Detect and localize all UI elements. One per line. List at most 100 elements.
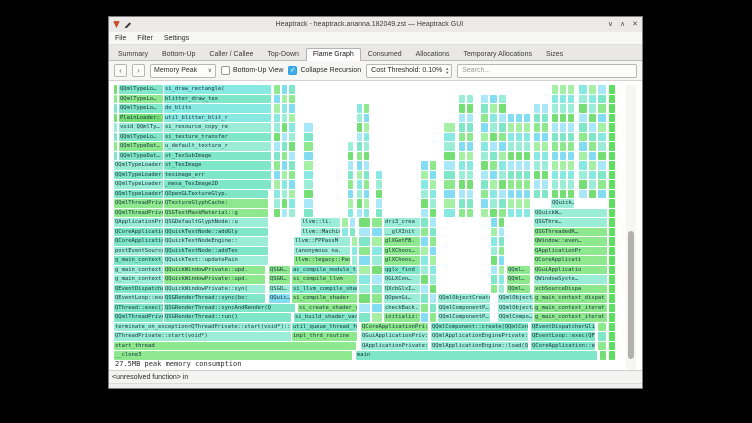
flame-cell[interactable] <box>467 123 473 132</box>
flame-cell[interactable] <box>589 114 597 123</box>
flame-cell[interactable]: QApplicationPr <box>534 247 607 256</box>
flame-cell[interactable]: impl_thrd_routine <box>292 332 357 341</box>
flame-cell[interactable] <box>609 342 615 351</box>
flame-cell[interactable] <box>499 266 505 275</box>
flame-cell[interactable] <box>304 123 313 132</box>
flame-cell[interactable] <box>459 209 465 218</box>
flame-cell[interactable] <box>499 285 505 294</box>
flame-cell[interactable] <box>516 142 522 151</box>
flame-cell[interactable] <box>359 294 370 303</box>
flame-cell[interactable] <box>609 114 615 123</box>
flame-cell[interactable] <box>516 171 522 180</box>
flame-cell[interactable] <box>282 104 288 113</box>
flame-cell[interactable] <box>421 256 428 265</box>
flame-cell[interactable]: QQmlTypeLoaderT… <box>114 190 163 199</box>
flame-cell[interactable] <box>534 114 540 123</box>
flame-cell[interactable] <box>348 180 353 189</box>
flame-cell[interactable] <box>274 152 280 161</box>
flame-cell[interactable] <box>499 237 505 246</box>
flame-cell[interactable] <box>467 104 473 113</box>
flame-cell[interactable] <box>467 95 473 104</box>
flame-cell[interactable] <box>359 247 370 256</box>
flame-cell[interactable] <box>467 114 473 123</box>
flame-cell[interactable] <box>609 332 615 341</box>
flame-cell[interactable]: QQmlApplicationEnginePrivate:: <box>431 332 528 341</box>
flame-cell[interactable] <box>609 237 615 246</box>
flame-cell[interactable] <box>481 142 488 151</box>
flame-cell[interactable] <box>289 152 295 161</box>
flame-cell[interactable] <box>467 161 473 170</box>
flame-cell[interactable] <box>459 190 465 199</box>
flame-cell[interactable] <box>516 123 522 132</box>
menu-filter[interactable]: Filter <box>137 35 153 42</box>
flame-cell[interactable] <box>491 256 497 265</box>
flame-cell[interactable] <box>421 190 428 199</box>
flame-cell[interactable] <box>552 142 558 151</box>
flame-cell[interactable] <box>114 95 117 104</box>
flame-cell[interactable] <box>357 152 362 161</box>
cost-threshold-spinbox[interactable]: Cost Threshold: 0.10% ▲ ▼ <box>366 64 452 78</box>
flame-cell[interactable]: QQmlThreadPrivat. <box>114 313 163 322</box>
flame-cell[interactable] <box>421 209 428 218</box>
flame-cell[interactable] <box>499 190 506 199</box>
flame-cell[interactable] <box>552 171 558 180</box>
flame-cell[interactable]: main <box>356 351 597 360</box>
flame-cell[interactable] <box>444 123 455 132</box>
flame-cell[interactable] <box>542 133 548 142</box>
flame-cell[interactable] <box>282 85 288 94</box>
flame-cell[interactable] <box>579 161 587 170</box>
flame-cell[interactable] <box>499 171 506 180</box>
flame-cell[interactable] <box>282 95 288 104</box>
flame-cell[interactable] <box>568 104 574 113</box>
flame-cell[interactable] <box>444 142 455 151</box>
flame-cell[interactable] <box>421 199 428 208</box>
flame-cell[interactable] <box>499 228 505 237</box>
flame-cell[interactable] <box>459 180 465 189</box>
flame-cell[interactable] <box>609 294 615 303</box>
flame-cell[interactable] <box>499 199 506 208</box>
flame-cell[interactable]: u_default_texture_r <box>164 142 271 151</box>
flame-cell[interactable] <box>516 199 522 208</box>
flame-cell[interactable] <box>609 313 615 322</box>
flame-cell[interactable]: QSGThre… <box>534 218 607 227</box>
flame-cell[interactable] <box>499 256 505 265</box>
flame-cell[interactable] <box>499 104 506 113</box>
flame-cell[interactable] <box>508 180 514 189</box>
flame-cell[interactable]: checkBack. <box>384 304 420 313</box>
flame-cell[interactable] <box>430 247 437 256</box>
flame-cell[interactable] <box>598 85 606 94</box>
flame-cell[interactable] <box>364 114 369 123</box>
flame-cell[interactable] <box>552 123 558 132</box>
flame-cell[interactable] <box>444 180 455 189</box>
flame-cell[interactable] <box>304 152 313 161</box>
flame-cell[interactable] <box>348 190 353 199</box>
flame-cell[interactable] <box>274 104 280 113</box>
flame-cell[interactable] <box>459 123 465 132</box>
tab-allocations[interactable]: Allocations <box>409 48 457 60</box>
flame-cell[interactable]: QQmlCompo… <box>498 313 533 322</box>
flame-cell[interactable]: postEventSourceD: <box>114 247 163 256</box>
flame-cell[interactable]: g_main_context_iterat <box>534 313 607 322</box>
flame-cell[interactable] <box>598 133 606 142</box>
flame-cell[interactable]: QGuiApplicatio <box>534 266 607 275</box>
flame-cell[interactable] <box>481 133 488 142</box>
flame-cell[interactable]: QSGDefaultGlyphNode::u <box>164 218 268 227</box>
flame-cell[interactable] <box>609 304 615 313</box>
flame-cell[interactable] <box>589 85 597 94</box>
flame-cell[interactable] <box>481 161 488 170</box>
spin-down-icon[interactable]: ▼ <box>445 71 449 75</box>
flame-cell[interactable] <box>534 161 540 170</box>
flame-cell[interactable] <box>467 199 473 208</box>
flame-cell[interactable]: QThreadPrivate::start(void*) <box>114 332 291 341</box>
flame-cell[interactable] <box>490 209 497 218</box>
flame-cell[interactable] <box>289 171 295 180</box>
flame-cell[interactable]: void QQmlTy… <box>119 123 163 132</box>
flame-cell[interactable]: _mesa_TexImage2D <box>164 180 271 189</box>
flame-cell[interactable]: QQuickTextNodeEngine:: <box>164 237 268 246</box>
flame-cell[interactable]: QQmlTypeLoader::. <box>114 180 163 189</box>
flame-cell[interactable]: si_compile_shader <box>292 294 357 303</box>
flame-cell[interactable]: initializ: <box>384 313 420 322</box>
flame-cell[interactable]: QXcbGlxI… <box>384 285 420 294</box>
flame-cell[interactable]: st_TexImage <box>164 161 271 170</box>
tab-temporary-allocations[interactable]: Temporary Allocations <box>456 48 538 60</box>
